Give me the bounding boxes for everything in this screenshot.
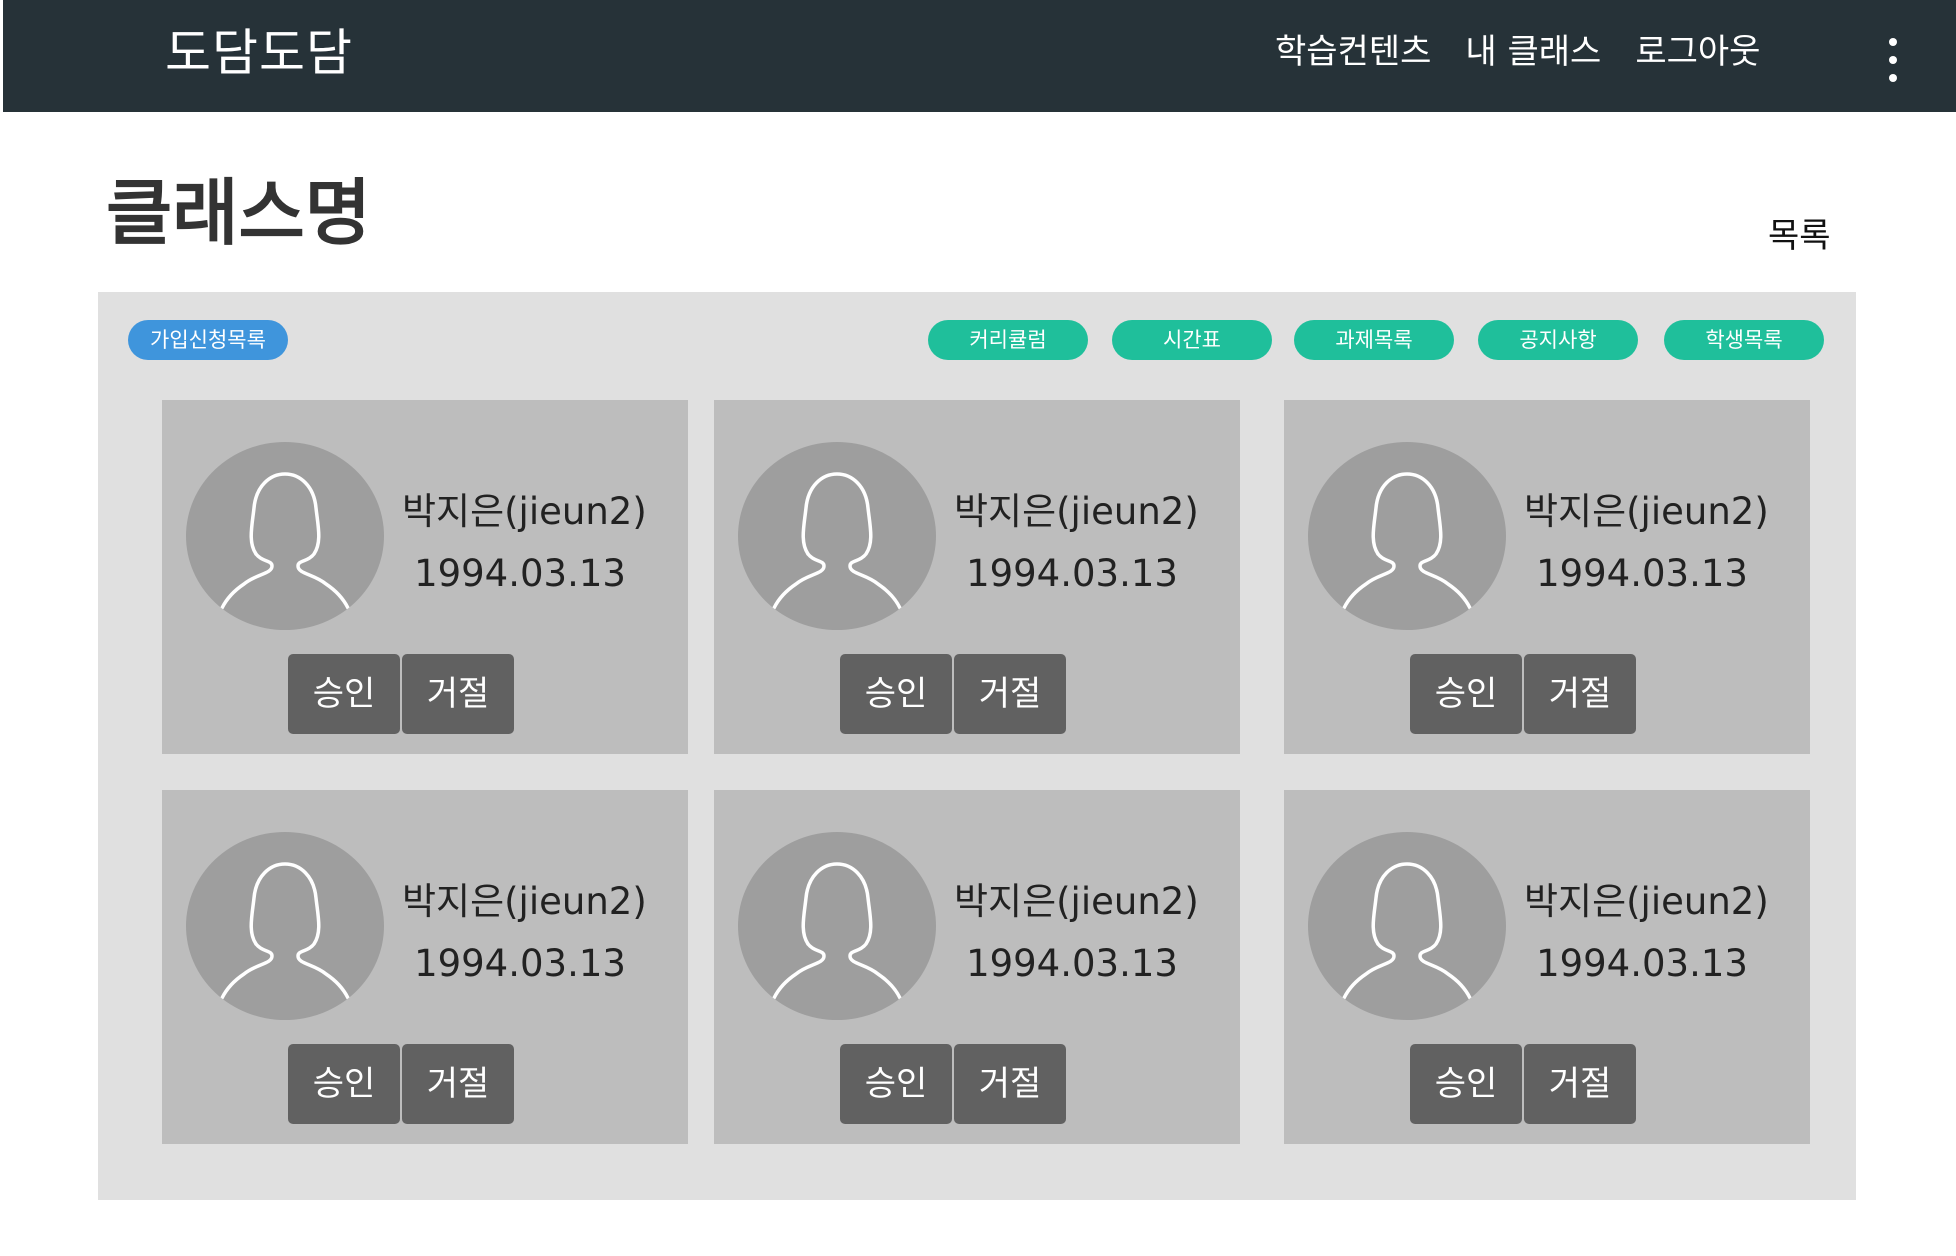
- tab-timetable[interactable]: 시간표: [1112, 320, 1272, 360]
- applicant-name: 박지은(jieun2): [954, 880, 1199, 923]
- person-silhouette-icon: [1308, 442, 1506, 630]
- approve-button[interactable]: 승인: [1410, 654, 1522, 734]
- tab-students[interactable]: 학생목록: [1664, 320, 1824, 360]
- request-card: 박지은(jieun2) 1994.03.13 승인 거절: [162, 400, 688, 754]
- join-request-panel: 가입신청목록 커리큘럼 시간표 과제목록 공지사항 학생목록 박지은(jieun…: [98, 292, 1856, 1200]
- applicant-birthdate: 1994.03.13: [1536, 552, 1748, 595]
- list-link[interactable]: 목록: [1768, 212, 1831, 260]
- person-silhouette-icon: [738, 442, 936, 630]
- tab-assignments[interactable]: 과제목록: [1294, 320, 1454, 360]
- request-card: 박지은(jieun2) 1994.03.13 승인 거절: [1284, 790, 1810, 1144]
- reject-button[interactable]: 거절: [1524, 1044, 1636, 1124]
- reject-button[interactable]: 거절: [402, 1044, 514, 1124]
- applicant-birthdate: 1994.03.13: [966, 942, 1178, 985]
- approve-button[interactable]: 승인: [1410, 1044, 1522, 1124]
- approve-button[interactable]: 승인: [840, 654, 952, 734]
- person-silhouette-icon: [1308, 832, 1506, 1020]
- person-silhouette-icon: [186, 442, 384, 630]
- request-card: 박지은(jieun2) 1994.03.13 승인 거절: [714, 790, 1240, 1144]
- top-navbar: 도담도담 학습컨텐츠 내 클래스 로그아웃: [3, 0, 1956, 112]
- applicant-birthdate: 1994.03.13: [1536, 942, 1748, 985]
- reject-button[interactable]: 거절: [1524, 654, 1636, 734]
- applicant-birthdate: 1994.03.13: [414, 942, 626, 985]
- request-card: 박지은(jieun2) 1994.03.13 승인 거절: [1284, 400, 1810, 754]
- approve-button[interactable]: 승인: [288, 654, 400, 734]
- main-nav: 학습컨텐츠 내 클래스 로그아웃: [1275, 28, 1760, 76]
- nav-learning-content[interactable]: 학습컨텐츠: [1275, 28, 1431, 76]
- nav-logout[interactable]: 로그아웃: [1635, 28, 1760, 76]
- request-card: 박지은(jieun2) 1994.03.13 승인 거절: [714, 400, 1240, 754]
- reject-button[interactable]: 거절: [954, 1044, 1066, 1124]
- applicant-name: 박지은(jieun2): [402, 490, 647, 533]
- tab-join-requests[interactable]: 가입신청목록: [128, 320, 288, 360]
- applicant-birthdate: 1994.03.13: [414, 552, 626, 595]
- applicant-name: 박지은(jieun2): [954, 490, 1199, 533]
- approve-button[interactable]: 승인: [288, 1044, 400, 1124]
- approve-button[interactable]: 승인: [840, 1044, 952, 1124]
- person-silhouette-icon: [738, 832, 936, 1020]
- tab-curriculum[interactable]: 커리큘럼: [928, 320, 1088, 360]
- person-silhouette-icon: [186, 832, 384, 1020]
- reject-button[interactable]: 거절: [954, 654, 1066, 734]
- applicant-name: 박지은(jieun2): [402, 880, 647, 923]
- applicant-name: 박지은(jieun2): [1524, 490, 1769, 533]
- nav-my-class[interactable]: 내 클래스: [1465, 28, 1601, 76]
- reject-button[interactable]: 거절: [402, 654, 514, 734]
- applicant-name: 박지은(jieun2): [1524, 880, 1769, 923]
- brand-logo[interactable]: 도담도담: [165, 20, 353, 86]
- applicant-birthdate: 1994.03.13: [966, 552, 1178, 595]
- more-vertical-icon[interactable]: [1879, 38, 1907, 82]
- tab-notices[interactable]: 공지사항: [1478, 320, 1638, 360]
- page-title: 클래스명: [106, 171, 371, 255]
- request-card: 박지은(jieun2) 1994.03.13 승인 거절: [162, 790, 688, 1144]
